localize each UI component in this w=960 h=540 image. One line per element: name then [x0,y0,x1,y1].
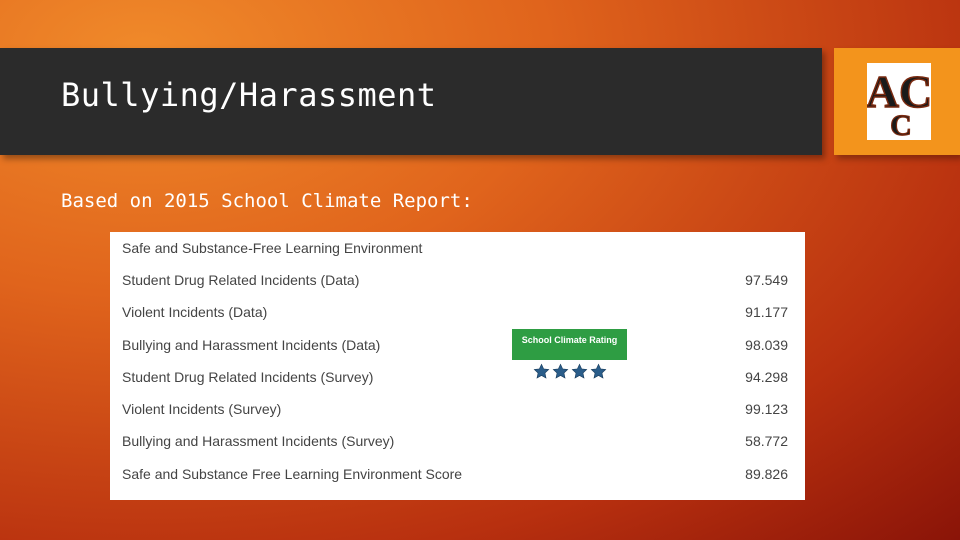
star-icon [552,363,569,379]
row-label: Violent Incidents (Data) [122,304,268,320]
star-icon [590,363,607,379]
row-value: 99.123 [745,401,788,417]
row-label: Bullying and Harassment Incidents (Surve… [122,433,395,449]
row-label: Student Drug Related Incidents (Survey) [122,369,374,385]
slide-title: Bullying/Harassment [61,76,437,114]
row-value: 94.298 [745,369,788,385]
star-icon [533,363,550,379]
rating-stars [533,363,608,381]
school-climate-rating-badge: School Climate Rating [512,329,627,360]
row-value: 91.177 [745,304,788,320]
row-label: Bullying and Harassment Incidents (Data) [122,337,381,353]
row-value: 89.826 [745,466,788,482]
svg-text:C: C [890,109,912,140]
table-row: Violent Incidents (Survey) 99.123 [122,396,788,422]
row-label: Safe and Substance Free Learning Environ… [122,466,463,482]
school-logo-icon: AC C [867,63,931,140]
row-value: 97.549 [745,272,788,288]
table-row: Violent Incidents (Data) 91.177 [122,299,788,325]
row-value: 98.039 [745,337,788,353]
climate-report-table: Safe and Substance-Free Learning Environ… [110,232,805,500]
table-row: Bullying and Harassment Incidents (Surve… [122,428,788,454]
row-value: 58.772 [745,433,788,449]
table-row: Student Drug Related Incidents (Data) 97… [122,267,788,293]
report-header-label: Safe and Substance-Free Learning Environ… [122,240,423,256]
row-label: Violent Incidents (Survey) [122,401,282,417]
table-row: Safe and Substance Free Learning Environ… [122,461,788,487]
row-label: Student Drug Related Incidents (Data) [122,272,360,288]
slide-subtitle: Based on 2015 School Climate Report: [61,190,473,212]
table-row: Bullying and Harassment Incidents (Data)… [122,332,788,358]
star-icon [571,363,588,379]
report-header: Safe and Substance-Free Learning Environ… [122,235,788,261]
table-row: Student Drug Related Incidents (Survey) … [122,364,788,390]
